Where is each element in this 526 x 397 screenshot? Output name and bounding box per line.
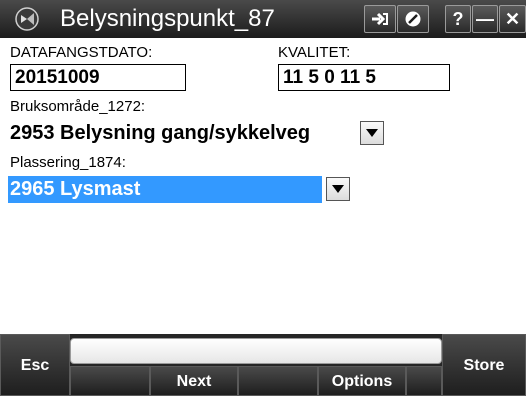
bottom-bar: Esc Next Options Store xyxy=(0,334,526,396)
app-logo-icon[interactable] xyxy=(14,6,40,32)
bruksomrade-dropdown-button[interactable] xyxy=(360,121,384,145)
status-message-box xyxy=(70,338,442,364)
window-title: Belysningspunkt_87 xyxy=(60,5,275,32)
help-icon: ? xyxy=(452,9,464,29)
softkey-blank-2[interactable] xyxy=(238,366,318,396)
link-button[interactable] xyxy=(364,5,396,33)
minimize-icon: — xyxy=(476,9,494,29)
settings-icon xyxy=(405,11,421,27)
plassering-dropdown-button[interactable] xyxy=(326,177,350,201)
dropdown-arrow-icon xyxy=(332,185,344,193)
settings-button[interactable] xyxy=(397,5,429,33)
form-area: DATAFANGSTDATO: 20151009 KVALITET: 11 5 … xyxy=(8,38,518,334)
kvalitet-field[interactable]: 11 5 0 11 5 xyxy=(278,64,450,91)
softkey-blank-1[interactable] xyxy=(70,366,150,396)
store-button[interactable]: Store xyxy=(442,334,526,396)
minimize-button[interactable]: — xyxy=(472,5,498,33)
title-bar: Belysningspunkt_87 ? — ✕ xyxy=(0,0,526,38)
help-button[interactable]: ? xyxy=(445,5,471,33)
bruksomrade-dropdown[interactable]: 2953 Belysning gang/sykkelveg xyxy=(8,120,386,147)
close-icon: ✕ xyxy=(504,9,521,29)
datafangstdato-field[interactable]: 20151009 xyxy=(10,64,186,91)
bruksomrade-value: 2953 Belysning gang/sykkelveg xyxy=(10,122,311,144)
dropdown-arrow-icon xyxy=(366,129,378,137)
close-button[interactable]: ✕ xyxy=(499,5,526,33)
next-button[interactable]: Next xyxy=(150,366,238,396)
options-button[interactable]: Options xyxy=(318,366,406,396)
plassering-label: Plassering_1874: xyxy=(10,154,126,171)
datafangstdato-label: DATAFANGSTDATO: xyxy=(10,44,153,61)
bruksomrade-label: Bruksområde_1272: xyxy=(10,98,146,115)
softkey-blank-3[interactable] xyxy=(406,366,442,396)
plassering-value: 2965 Lysmast xyxy=(8,176,322,203)
esc-button[interactable]: Esc xyxy=(0,334,70,396)
plassering-dropdown[interactable]: 2965 Lysmast xyxy=(8,176,352,203)
link-icon xyxy=(372,12,388,26)
kvalitet-label: KVALITET: xyxy=(278,44,351,61)
